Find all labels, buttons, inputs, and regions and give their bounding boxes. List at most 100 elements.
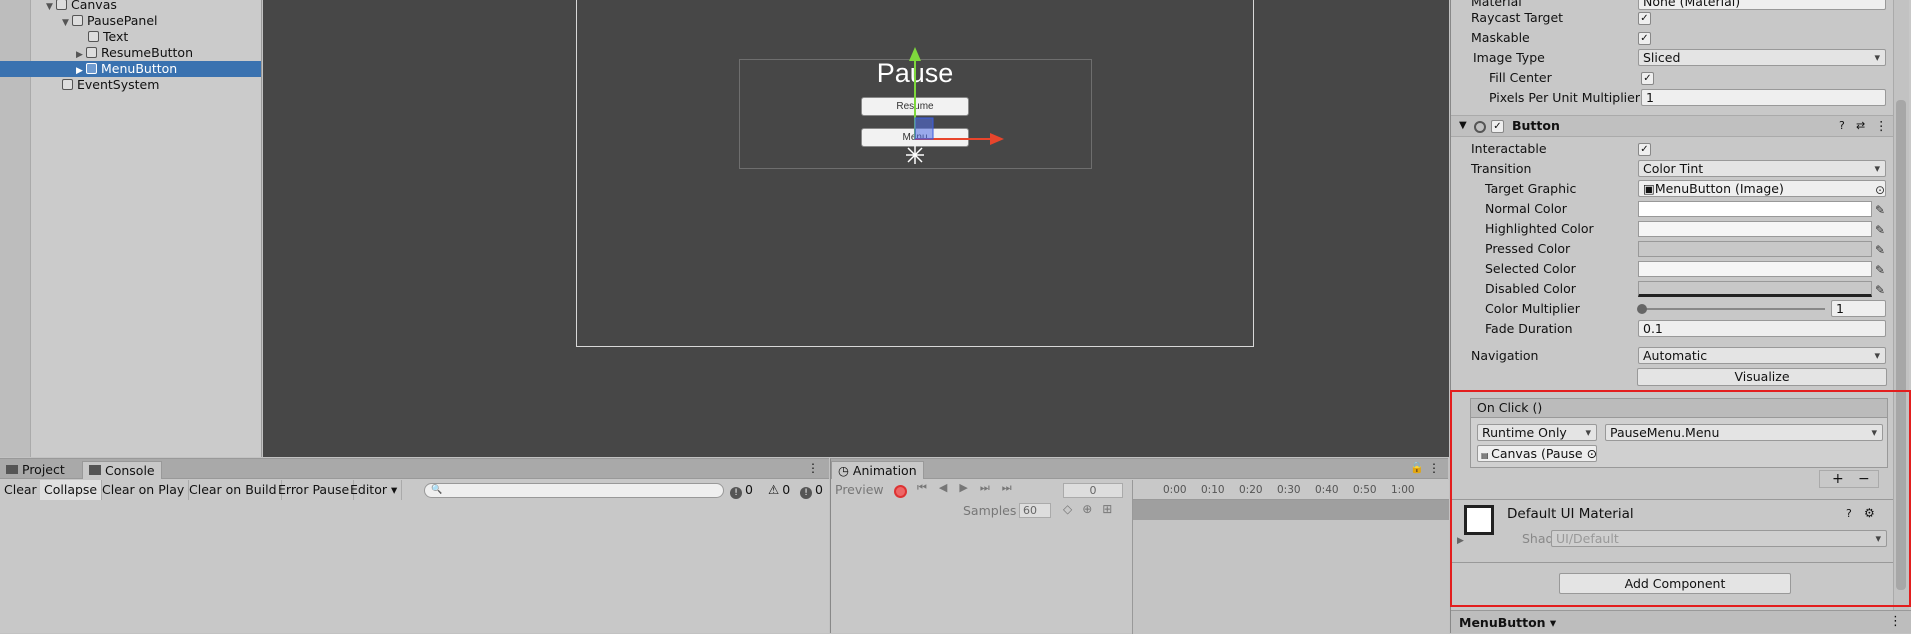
message-count-toggle[interactable]: ! 0: [800, 480, 823, 500]
multiplier-field[interactable]: 1: [1831, 300, 1886, 317]
kebab-menu-icon[interactable]: ⋮: [1428, 461, 1440, 475]
error-pause-toggle[interactable]: Error Pause: [274, 480, 355, 500]
kebab-menu-icon[interactable]: ⋮: [1889, 614, 1902, 629]
raycast-row: Raycast Target ✓: [1451, 8, 1889, 28]
multiplier-slider-handle[interactable]: [1637, 304, 1647, 314]
eyedropper-icon[interactable]: ✎: [1875, 220, 1885, 240]
error-count-toggle[interactable]: ! 0: [730, 480, 753, 500]
component-menu-icon[interactable]: ⋮: [1875, 116, 1888, 136]
transition-row: Transition Color Tint: [1451, 159, 1889, 179]
lock-icon[interactable]: 🔒: [1410, 461, 1424, 474]
fade-duration-field[interactable]: 0.1: [1638, 320, 1886, 337]
selected-color-swatch[interactable]: [1638, 261, 1872, 277]
gameobject-icon: [56, 0, 67, 10]
highlight-annotation: [1450, 390, 1911, 607]
search-icon: 🔍: [431, 485, 443, 495]
eyedropper-icon[interactable]: ✎: [1875, 240, 1885, 260]
eyedropper-icon[interactable]: ✎: [1875, 280, 1885, 300]
keyframe-tools-icon[interactable]: ◇⊕⊞: [1063, 502, 1122, 516]
visualize-button[interactable]: Visualize: [1637, 368, 1887, 386]
gameobject-icon: [62, 79, 73, 90]
move-gizmo-icon[interactable]: [880, 44, 1020, 174]
preview-footer: MenuButton ▾ ⋮: [1451, 610, 1911, 633]
selected-color-row: Selected Color ✎: [1451, 259, 1889, 279]
tab-console[interactable]: Console: [82, 461, 162, 479]
multiplier-slider-track[interactable]: [1641, 308, 1825, 310]
ruler-tick: 0:00: [1163, 484, 1187, 496]
frame-input[interactable]: 0: [1063, 483, 1123, 498]
samples-input[interactable]: 60: [1019, 503, 1051, 518]
transition-dropdown[interactable]: Color Tint: [1638, 160, 1886, 177]
button-enabled-checkbox[interactable]: ✓: [1491, 120, 1504, 133]
normal-color-row: Normal Color ✎: [1451, 199, 1889, 219]
console-tabbar: Project Console ⋮: [0, 459, 829, 479]
clear-button[interactable]: Clear: [0, 480, 42, 500]
info-icon: !: [800, 487, 812, 499]
hierarchy-item-menubutton[interactable]: ▶ MenuButton: [0, 61, 261, 77]
clear-on-build-toggle[interactable]: Clear on Build: [185, 480, 282, 500]
image-icon: ▣: [1643, 181, 1655, 196]
tab-project[interactable]: Project: [0, 461, 71, 479]
warning-icon: ⚠: [768, 482, 780, 497]
raycast-checkbox[interactable]: ✓: [1638, 12, 1651, 25]
maskable-row: Maskable ✓: [1451, 28, 1889, 48]
clock-icon: ◷: [838, 463, 853, 478]
warning-count-toggle[interactable]: ⚠ 0: [768, 480, 790, 500]
normal-color-swatch[interactable]: [1638, 201, 1872, 217]
button-component-header[interactable]: ▼ ✓ Button ? ⇄ ⋮: [1451, 115, 1894, 137]
hierarchy-item-eventsystem[interactable]: EventSystem: [62, 77, 159, 93]
error-icon: !: [730, 487, 742, 499]
target-graphic-row: Target Graphic ▣MenuButton (Image) ⊙: [1451, 179, 1889, 199]
hierarchy-item-text[interactable]: Text: [88, 29, 128, 45]
preview-toggle[interactable]: Preview: [835, 482, 884, 497]
target-graphic-field[interactable]: ▣MenuButton (Image): [1638, 180, 1886, 197]
hierarchy-item-pausepanel[interactable]: ▼ PausePanel: [62, 13, 157, 29]
color-multiplier-row: Color Multiplier 1: [1451, 299, 1889, 319]
fade-duration-row: Fade Duration 0.1: [1451, 319, 1889, 339]
expand-icon[interactable]: ▼: [46, 0, 56, 15]
animation-timeline[interactable]: 0:00 0:10 0:20 0:30 0:40 0:50 1:00: [1132, 480, 1449, 634]
console-search-input[interactable]: 🔍: [424, 483, 724, 498]
tab-animation[interactable]: ◷ Animation: [831, 461, 924, 479]
record-icon[interactable]: [894, 485, 907, 498]
highlighted-color-swatch[interactable]: [1638, 221, 1872, 237]
script-icon: [1474, 121, 1486, 133]
fill-center-row: Fill Center ✓: [1451, 68, 1889, 88]
footer-object-dropdown[interactable]: MenuButton ▾: [1459, 615, 1556, 630]
object-picker-icon[interactable]: ⊙: [1875, 180, 1885, 200]
folder-icon: [6, 465, 18, 474]
expand-icon[interactable]: ▼: [62, 15, 72, 31]
preset-icon[interactable]: ⇄: [1856, 116, 1865, 136]
eyedropper-icon[interactable]: ✎: [1875, 260, 1885, 280]
ruler-tick: 1:00: [1391, 484, 1415, 496]
ruler-tick: 0:30: [1277, 484, 1301, 496]
gameobject-icon: [72, 15, 83, 26]
hierarchy-item-canvas[interactable]: ▼ Canvas: [46, 0, 117, 13]
help-icon[interactable]: ?: [1839, 116, 1845, 136]
console-panel: Project Console ⋮ Clear Collapse Clear o…: [0, 458, 829, 633]
playback-controls-icon[interactable]: ⏮◀▶⏭⏭: [917, 481, 1024, 495]
maskable-checkbox[interactable]: ✓: [1638, 32, 1651, 45]
ppu-field[interactable]: 1: [1641, 89, 1886, 106]
ruler-tick: 0:50: [1353, 484, 1377, 496]
interactable-checkbox[interactable]: ✓: [1638, 143, 1651, 156]
kebab-menu-icon[interactable]: ⋮: [807, 461, 819, 475]
editor-dropdown[interactable]: Editor ▾: [346, 480, 403, 500]
pressed-color-row: Pressed Color ✎: [1451, 239, 1889, 259]
disabled-color-swatch[interactable]: [1638, 281, 1872, 297]
collapse-toggle[interactable]: Collapse: [40, 480, 103, 500]
hierarchy-panel: ▼ Canvas ▼ PausePanel Text ▶ ResumeButton ▶…: [0, 0, 262, 457]
collapse-icon[interactable]: ▼: [1459, 116, 1467, 136]
highlighted-color-row: Highlighted Color ✎: [1451, 219, 1889, 239]
image-type-dropdown[interactable]: Sliced: [1638, 49, 1886, 66]
gameobject-icon: [88, 31, 99, 42]
fill-center-checkbox[interactable]: ✓: [1641, 72, 1654, 85]
eyedropper-icon[interactable]: ✎: [1875, 200, 1885, 220]
disabled-color-row: Disabled Color ✎: [1451, 279, 1889, 299]
ruler-tick: 0:40: [1315, 484, 1339, 496]
navigation-dropdown[interactable]: Automatic: [1638, 347, 1886, 364]
hierarchy-item-resumebutton[interactable]: ▶ ResumeButton: [76, 45, 193, 61]
animation-panel: ◷ Animation 🔒 ⋮ Preview ⏮◀▶⏭⏭ 0 Samples …: [830, 458, 1449, 634]
clear-on-play-toggle[interactable]: Clear on Play: [98, 480, 190, 500]
pressed-color-swatch[interactable]: [1638, 241, 1872, 257]
